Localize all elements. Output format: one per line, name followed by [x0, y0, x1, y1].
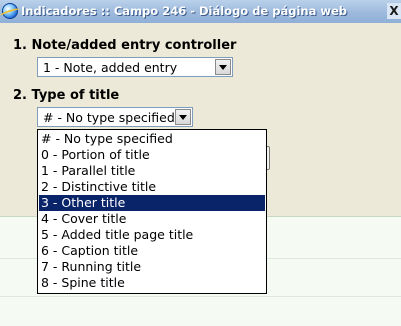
note-controller-select[interactable]: 1 - Note, added entry	[37, 57, 233, 77]
type-of-title-select[interactable]: # - No type specified	[37, 107, 193, 127]
dropdown-option[interactable]: 5 - Added title page title	[39, 227, 265, 243]
chevron-down-icon[interactable]	[215, 59, 231, 75]
dialog-window: Indicadores :: Campo 246 - Diálogo de pá…	[0, 0, 401, 326]
dropdown-option[interactable]: 0 - Portion of title	[39, 147, 265, 163]
dropdown-option[interactable]: # - No type specified	[39, 131, 265, 147]
dropdown-option[interactable]: 7 - Running title	[39, 259, 265, 275]
field2-label: 2. Type of title	[13, 88, 120, 103]
type-of-title-value: # - No type specified	[43, 110, 175, 125]
dropdown-option[interactable]: 8 - Spine title	[39, 275, 265, 291]
note-controller-value: 1 - Note, added entry	[43, 60, 178, 75]
window-title: Indicadores :: Campo 246 - Diálogo de pá…	[21, 4, 348, 18]
dropdown-option[interactable]: 2 - Distinctive title	[39, 179, 265, 195]
title-bar[interactable]: Indicadores :: Campo 246 - Diálogo de pá…	[0, 0, 401, 24]
dropdown-option[interactable]: 4 - Cover title	[39, 211, 265, 227]
field1-label: 1. Note/added entry controller	[13, 38, 237, 53]
dropdown-option[interactable]: 1 - Parallel title	[39, 163, 265, 179]
dropdown-option[interactable]: 6 - Caption title	[39, 243, 265, 259]
close-button[interactable]: X	[387, 3, 401, 19]
internet-explorer-icon	[2, 3, 18, 19]
dropdown-option-selected[interactable]: 3 - Other title	[39, 195, 265, 211]
chevron-down-icon[interactable]	[175, 109, 191, 125]
type-of-title-dropdown-list[interactable]: # - No type specified 0 - Portion of tit…	[37, 129, 267, 294]
divider	[0, 296, 401, 297]
